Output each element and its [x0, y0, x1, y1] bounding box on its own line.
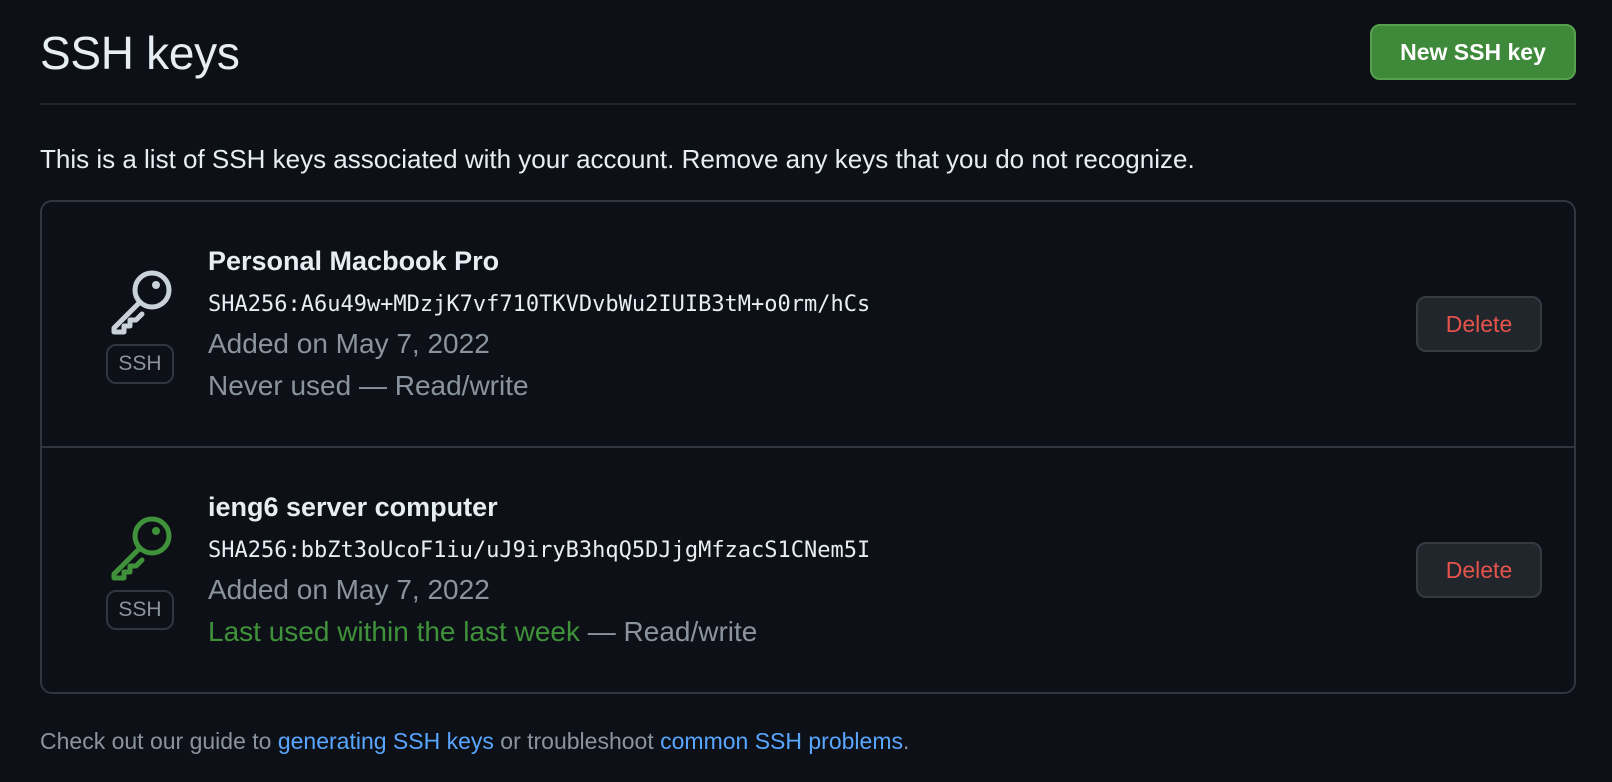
key-last-used: Last used within the last week	[208, 616, 580, 647]
footer-suffix: .	[902, 728, 910, 754]
key-fingerprint: SHA256:A6u49w+MDzjK7vf710TKVDvbWu2IUIB3t…	[208, 292, 871, 317]
ssh-key-item: SSH ieng6 server computer SHA256:bbZt3oU…	[42, 448, 1574, 694]
key-icon	[111, 516, 172, 581]
key-title: ieng6 server computer	[208, 492, 498, 522]
footer-middle: or troubleshoot	[493, 728, 661, 754]
key-added-date: Added on May 7, 2022	[208, 574, 490, 605]
key-icon	[111, 270, 172, 335]
ssh-keys-page: SSH keys New SSH key This is a list of S…	[0, 0, 1612, 782]
page-header: SSH keys New SSH key	[40, 0, 1576, 105]
key-title: Personal Macbook Pro	[208, 246, 500, 276]
footer-prefix: Check out our guide to	[40, 728, 278, 754]
generating-ssh-keys-link[interactable]: generating SSH keys	[278, 728, 494, 754]
key-access: Never used — Read/write	[208, 370, 529, 401]
page-title: SSH keys	[40, 27, 240, 79]
delete-key-button[interactable]: Delete	[1416, 542, 1542, 598]
key-usage: Never used — Read/write	[208, 370, 529, 402]
help-footer: Check out our guide to generating SSH ke…	[40, 728, 909, 755]
delete-key-button[interactable]: Delete	[1416, 296, 1542, 352]
key-added-date: Added on May 7, 2022	[208, 328, 490, 359]
key-usage: Last used within the last week — Read/wr…	[208, 616, 757, 648]
intro-text: This is a list of SSH keys associated wi…	[40, 144, 1195, 174]
ssh-key-list: SSH Personal Macbook Pro SHA256:A6u49w+M…	[40, 200, 1576, 694]
key-access: — Read/write	[579, 616, 758, 647]
ssh-badge: SSH	[106, 590, 174, 630]
key-fingerprint: SHA256:bbZt3oUcoF1iu/uJ9iryB3hqQ5DJjgMfz…	[208, 538, 871, 563]
ssh-badge: SSH	[106, 344, 174, 384]
common-ssh-problems-link[interactable]: common SSH problems	[660, 728, 903, 754]
ssh-key-item: SSH Personal Macbook Pro SHA256:A6u49w+M…	[42, 202, 1574, 448]
new-ssh-key-button[interactable]: New SSH key	[1370, 24, 1576, 80]
